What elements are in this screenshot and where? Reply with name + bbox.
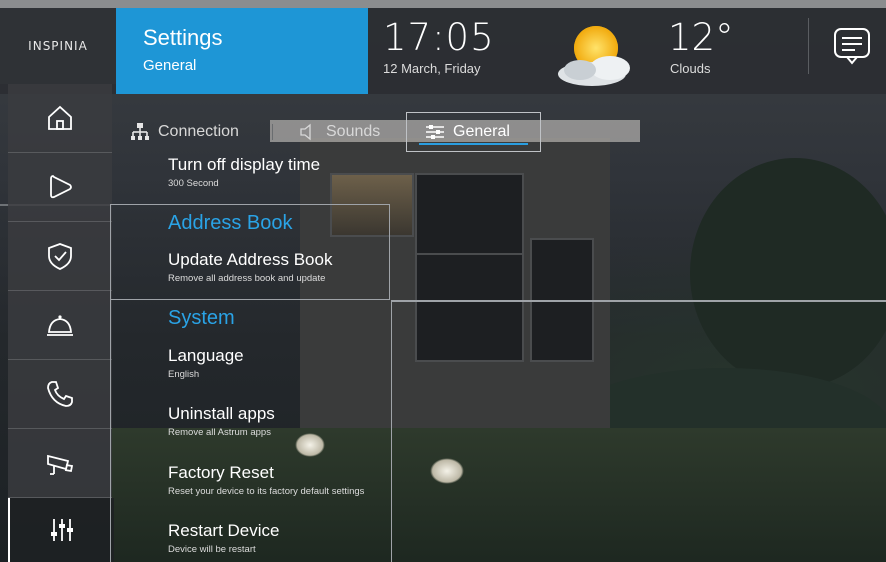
setting-display-timeout[interactable]: Turn off display time 300 Second — [168, 155, 320, 189]
tab-label: Connection — [158, 123, 239, 140]
network-icon — [131, 123, 149, 140]
tab-label: Sounds — [326, 123, 381, 140]
shield-check-icon — [48, 243, 72, 270]
clock-time: 17:05 — [383, 16, 495, 59]
logo-cell: INSPINIA — [0, 8, 116, 84]
sliders-h-icon — [426, 125, 444, 139]
sidebar-item-phone[interactable] — [8, 360, 112, 429]
tab-active-underline — [419, 143, 528, 145]
garden-lamp — [430, 458, 464, 484]
page-title: Settings — [143, 25, 223, 50]
home-icon — [48, 105, 72, 130]
tab-connection[interactable]: Connection — [130, 112, 250, 152]
tab-general[interactable]: General — [406, 112, 541, 152]
section-heading-system: System — [168, 307, 235, 329]
sidebar-item-service[interactable] — [8, 291, 112, 360]
setting-subtitle: Remove all Astrum apps — [168, 427, 271, 438]
divider-line — [392, 300, 886, 302]
phone-icon — [47, 381, 73, 407]
page-subtitle: General — [143, 57, 197, 74]
tab-label: General — [453, 123, 510, 140]
sidebar-item-home[interactable] — [8, 84, 112, 153]
setting-factory-reset[interactable]: Factory Reset Reset your device to its f… — [168, 463, 364, 497]
setting-title: Update Address Book — [168, 250, 333, 269]
service-bell-icon — [47, 315, 73, 336]
sidebar-item-camera[interactable] — [8, 429, 112, 498]
setting-title: Restart Device — [168, 521, 280, 540]
temperature: 12° — [668, 16, 734, 59]
setting-update-address-book[interactable]: Update Address Book Remove all address b… — [168, 250, 332, 284]
setting-title: Uninstall apps — [168, 404, 275, 423]
tab-separator — [272, 124, 273, 140]
brand-logo: INSPINIA — [28, 39, 88, 53]
sun-cloud-icon — [558, 26, 630, 86]
setting-subtitle: Device will be restart — [168, 544, 256, 555]
speaker-icon — [300, 123, 311, 141]
header-divider — [808, 18, 809, 74]
cctv-camera-icon — [47, 454, 74, 475]
play-icon — [50, 175, 72, 199]
setting-title: Turn off display time — [168, 155, 321, 174]
setting-language[interactable]: Language English — [168, 346, 244, 380]
setting-title: Language — [168, 346, 244, 365]
weather-condition: Clouds — [670, 61, 711, 76]
section-heading-address-book: Address Book — [168, 212, 293, 234]
message-icon — [834, 28, 870, 65]
setting-restart-device[interactable]: Restart Device Device will be restart — [168, 521, 279, 555]
setting-title: Factory Reset — [168, 463, 274, 482]
tab-sounds[interactable]: Sounds — [298, 112, 408, 152]
setting-subtitle: 300 Second — [168, 178, 219, 189]
setting-uninstall-apps[interactable]: Uninstall apps Remove all Astrum apps — [168, 404, 275, 438]
setting-subtitle: Remove all address book and update — [168, 273, 326, 284]
messages-button[interactable] — [833, 26, 871, 66]
tree-shape — [690, 158, 886, 388]
setting-subtitle: Reset your device to its factory default… — [168, 486, 365, 497]
sliders-icon — [51, 519, 73, 541]
clock-date: 12 March, Friday — [383, 61, 481, 76]
sidebar-item-play[interactable] — [8, 153, 112, 222]
sidebar-item-settings[interactable] — [8, 498, 114, 562]
page-title-panel: Settings General — [116, 8, 368, 94]
setting-subtitle: English — [168, 369, 200, 380]
sidebar-item-security[interactable] — [8, 222, 112, 291]
